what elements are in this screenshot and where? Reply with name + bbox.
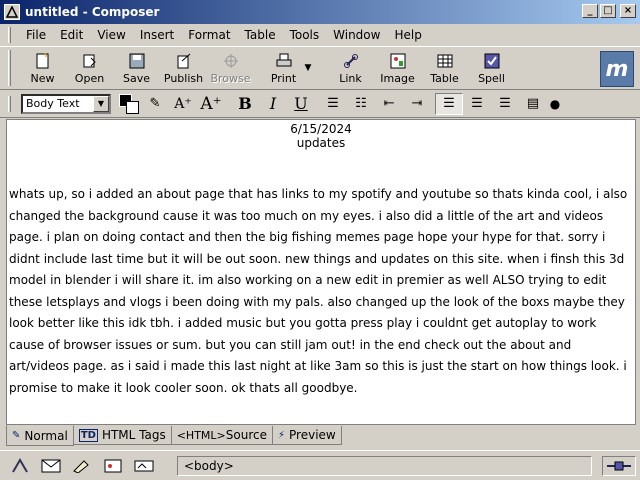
post-heading: updates [296,136,346,150]
new-button[interactable]: New [19,48,66,88]
link-icon [342,52,360,70]
highlight-button[interactable]: ✎ [141,93,169,115]
open-folder-icon [81,52,99,70]
composition-toolbar: New Open Save Publish Browse Print ▼ Lin… [0,46,640,90]
positioning-icon: ● [549,96,561,111]
tab-normal[interactable]: ✎ Normal [6,425,74,446]
align-center-icon: ☰ [471,96,483,111]
printer-icon [275,52,293,70]
menu-insert[interactable]: Insert [133,28,181,42]
font-size-larger-button[interactable]: A⁺ [169,93,197,115]
menu-format[interactable]: Format [181,28,237,42]
outdent-button[interactable]: ⇤ [375,93,403,115]
save-disk-icon [128,52,146,70]
justify-button[interactable]: ▤ [519,93,547,115]
align-center-button[interactable]: ☰ [463,93,491,115]
bullet-list-button[interactable]: ☰ [319,93,347,115]
publish-button[interactable]: Publish [160,48,207,88]
underline-icon: U [294,94,308,113]
publish-icon [175,52,193,70]
toolbar-grip[interactable] [8,50,11,86]
spellcheck-icon [483,52,501,70]
image-button[interactable]: Image [374,48,421,88]
align-right-icon: ☰ [499,96,511,111]
align-left-button[interactable]: ☰ [435,92,463,115]
table-button[interactable]: Table [421,48,468,88]
browse-button[interactable]: Browse [207,48,254,88]
menu-help[interactable]: Help [387,28,428,42]
open-button[interactable]: Open [66,48,113,88]
minimize-button[interactable]: _ [582,4,598,18]
menu-table[interactable]: Table [238,28,283,42]
numbered-list-button[interactable]: ☷ [347,93,375,115]
composer-icon[interactable] [70,457,94,475]
status-bar: <body> [0,450,640,480]
chevron-down-icon[interactable]: ▼ [93,95,109,112]
save-button[interactable]: Save [113,48,160,88]
outdent-icon: ⇤ [383,96,395,111]
composer-app-icon[interactable] [4,4,20,20]
positioning-button[interactable]: ● [547,93,563,115]
window-title: untitled - Composer [25,5,160,19]
composer-logo: m [600,51,634,87]
tab-html-tags[interactable]: TD HTML Tags [72,426,172,445]
menu-view[interactable]: View [90,28,132,42]
bullet-list-icon: ☰ [327,96,339,111]
post-body: whats up, so i added an about page that … [9,187,628,395]
menu-bar: File Edit View Insert Format Table Tools… [0,24,640,46]
maximize-button[interactable]: □ [600,4,616,18]
preview-icon: ⚡ [277,429,286,441]
menu-file[interactable]: File [19,28,53,42]
text-color-picker[interactable] [119,93,141,114]
underline-button[interactable]: U [287,93,315,115]
menu-tools[interactable]: Tools [283,28,327,42]
table-icon [436,52,454,70]
tag-path[interactable]: <body> [177,455,592,476]
justify-icon: ▤ [526,96,540,111]
indent-icon: ⇥ [411,96,423,111]
format-toolbar-grip[interactable] [8,95,11,112]
italic-icon: I [269,94,277,113]
edit-mode-tabs: ✎ Normal TD HTML Tags <HTML> Source ⚡ Pr… [6,425,342,446]
link-button[interactable]: Link [327,48,374,88]
format-toolbar: Body Text ▼ ✎ A⁺ A⁺ B I U ☰ ☷ ⇤ ⇥ ☰ ☰ ☰ … [0,90,640,118]
spell-button[interactable]: Spell [468,48,515,88]
bold-icon: B [238,94,252,113]
browse-icon [222,52,240,70]
post-date: 6/15/2024 [290,122,352,136]
align-right-button[interactable]: ☰ [491,93,519,115]
html-source-icon: <HTML> [176,428,226,442]
numbered-list-icon: ☷ [355,96,367,111]
menu-window[interactable]: Window [326,28,387,42]
menu-grip[interactable] [8,27,11,43]
navigator-icon[interactable] [8,457,32,475]
print-dropdown-arrow[interactable]: ▼ [303,63,313,73]
mail-icon[interactable] [39,457,63,475]
indent-button[interactable]: ⇥ [403,93,431,115]
close-button[interactable]: × [620,4,636,18]
background-color-swatch[interactable] [126,100,139,114]
title-bar[interactable]: untitled - Composer _ □ × [0,0,640,24]
editor-document[interactable]: 6/15/2024 updates whats up, so i added a… [6,119,636,425]
chatzilla-icon[interactable] [132,457,156,475]
font-larger-icon: A⁺ [174,95,192,112]
new-document-icon [34,52,52,70]
highlighter-icon: ✎ [149,96,161,111]
align-left-icon: ☰ [443,96,455,111]
font-size-smaller-button[interactable]: A⁺ [197,93,225,115]
bold-button[interactable]: B [231,93,259,115]
address-book-icon[interactable] [101,457,125,475]
print-button[interactable]: Print [260,48,307,88]
online-status-icon[interactable] [602,456,636,476]
font-smaller-icon: A⁺ [200,93,222,114]
td-tag-icon: TD [78,428,98,442]
menu-edit[interactable]: Edit [53,28,90,42]
image-icon [389,52,407,70]
paragraph-style-select[interactable]: Body Text ▼ [21,93,111,114]
italic-button[interactable]: I [259,93,287,115]
tab-source[interactable]: <HTML> Source [170,426,273,445]
tab-preview[interactable]: ⚡ Preview [271,426,342,445]
pencil-icon: ✎ [12,430,21,441]
